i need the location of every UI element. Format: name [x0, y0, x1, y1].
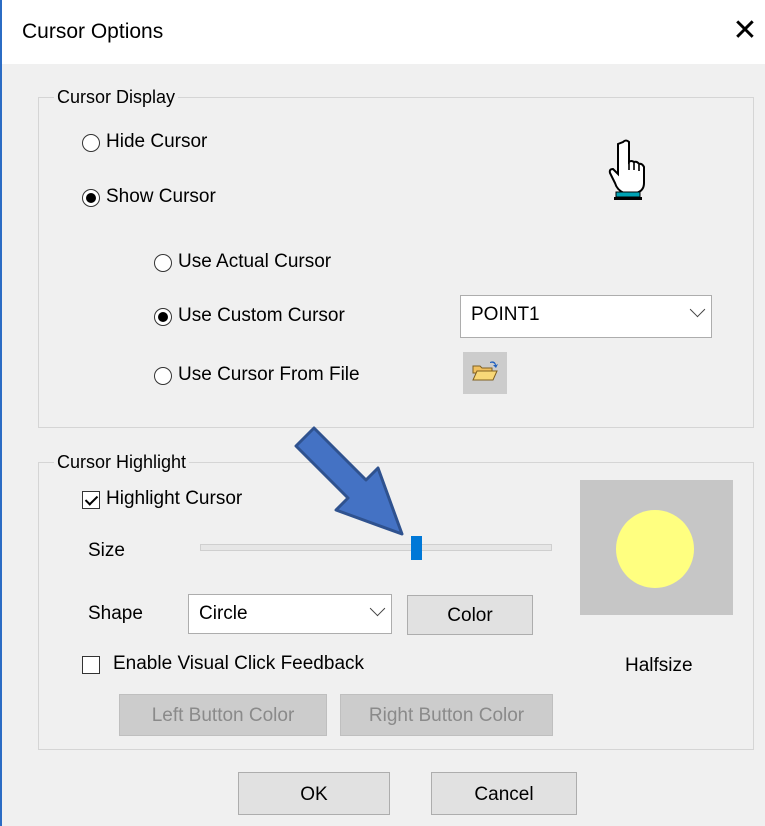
- custom-cursor-select[interactable]: POINT1: [460, 295, 712, 338]
- left-button-color-button[interactable]: Left Button Color: [119, 694, 327, 736]
- highlight-cursor-checkbox[interactable]: [82, 491, 100, 509]
- shape-label: Shape: [88, 603, 143, 624]
- color-button-label: Color: [447, 605, 493, 626]
- right-button-color-button[interactable]: Right Button Color: [340, 694, 553, 736]
- browse-file-button[interactable]: [463, 352, 507, 394]
- hide-cursor-label[interactable]: Hide Cursor: [106, 131, 207, 153]
- window-edge: [0, 0, 2, 826]
- cancel-button[interactable]: Cancel: [431, 772, 577, 815]
- right-button-color-label: Right Button Color: [368, 705, 525, 726]
- hide-cursor-radio[interactable]: [82, 134, 100, 152]
- chevron-down-icon: [689, 301, 706, 318]
- highlight-circle-preview: [616, 510, 694, 588]
- shape-select[interactable]: Circle: [188, 594, 392, 634]
- visual-click-feedback-label[interactable]: Enable Visual Click Feedback: [113, 653, 364, 675]
- window-title: Cursor Options: [22, 20, 164, 43]
- ok-label: OK: [300, 784, 328, 805]
- custom-cursor-value: POINT1: [471, 304, 540, 325]
- cancel-label: Cancel: [474, 784, 534, 805]
- visual-click-feedback-checkbox[interactable]: [82, 656, 100, 674]
- chevron-down-icon: [369, 600, 386, 617]
- left-button-color-label: Left Button Color: [151, 705, 295, 726]
- open-folder-icon: [472, 361, 498, 381]
- cursor-display-legend: Cursor Display: [54, 87, 179, 108]
- use-custom-cursor-label[interactable]: Use Custom Cursor: [178, 305, 345, 327]
- ok-button[interactable]: OK: [238, 772, 390, 815]
- size-label: Size: [88, 540, 125, 561]
- highlight-cursor-label[interactable]: Highlight Cursor: [106, 488, 242, 510]
- show-cursor-radio[interactable]: [82, 189, 100, 207]
- use-actual-cursor-label[interactable]: Use Actual Cursor: [178, 251, 331, 273]
- halfsize-label: Halfsize: [625, 655, 693, 676]
- highlight-preview: [580, 480, 733, 615]
- use-cursor-from-file-radio[interactable]: [154, 367, 172, 385]
- shape-value: Circle: [199, 603, 248, 624]
- blue-arrow-icon: [294, 426, 404, 536]
- use-custom-cursor-radio[interactable]: [154, 308, 172, 326]
- use-actual-cursor-radio[interactable]: [154, 254, 172, 272]
- close-icon[interactable]: ✕: [728, 14, 762, 48]
- size-slider-track[interactable]: [200, 544, 552, 551]
- show-cursor-label[interactable]: Show Cursor: [106, 186, 216, 208]
- use-cursor-from-file-label[interactable]: Use Cursor From File: [178, 364, 360, 386]
- color-button[interactable]: Color: [407, 595, 533, 635]
- cursor-highlight-legend: Cursor Highlight: [54, 452, 190, 473]
- pointing-hand-icon: [608, 139, 645, 200]
